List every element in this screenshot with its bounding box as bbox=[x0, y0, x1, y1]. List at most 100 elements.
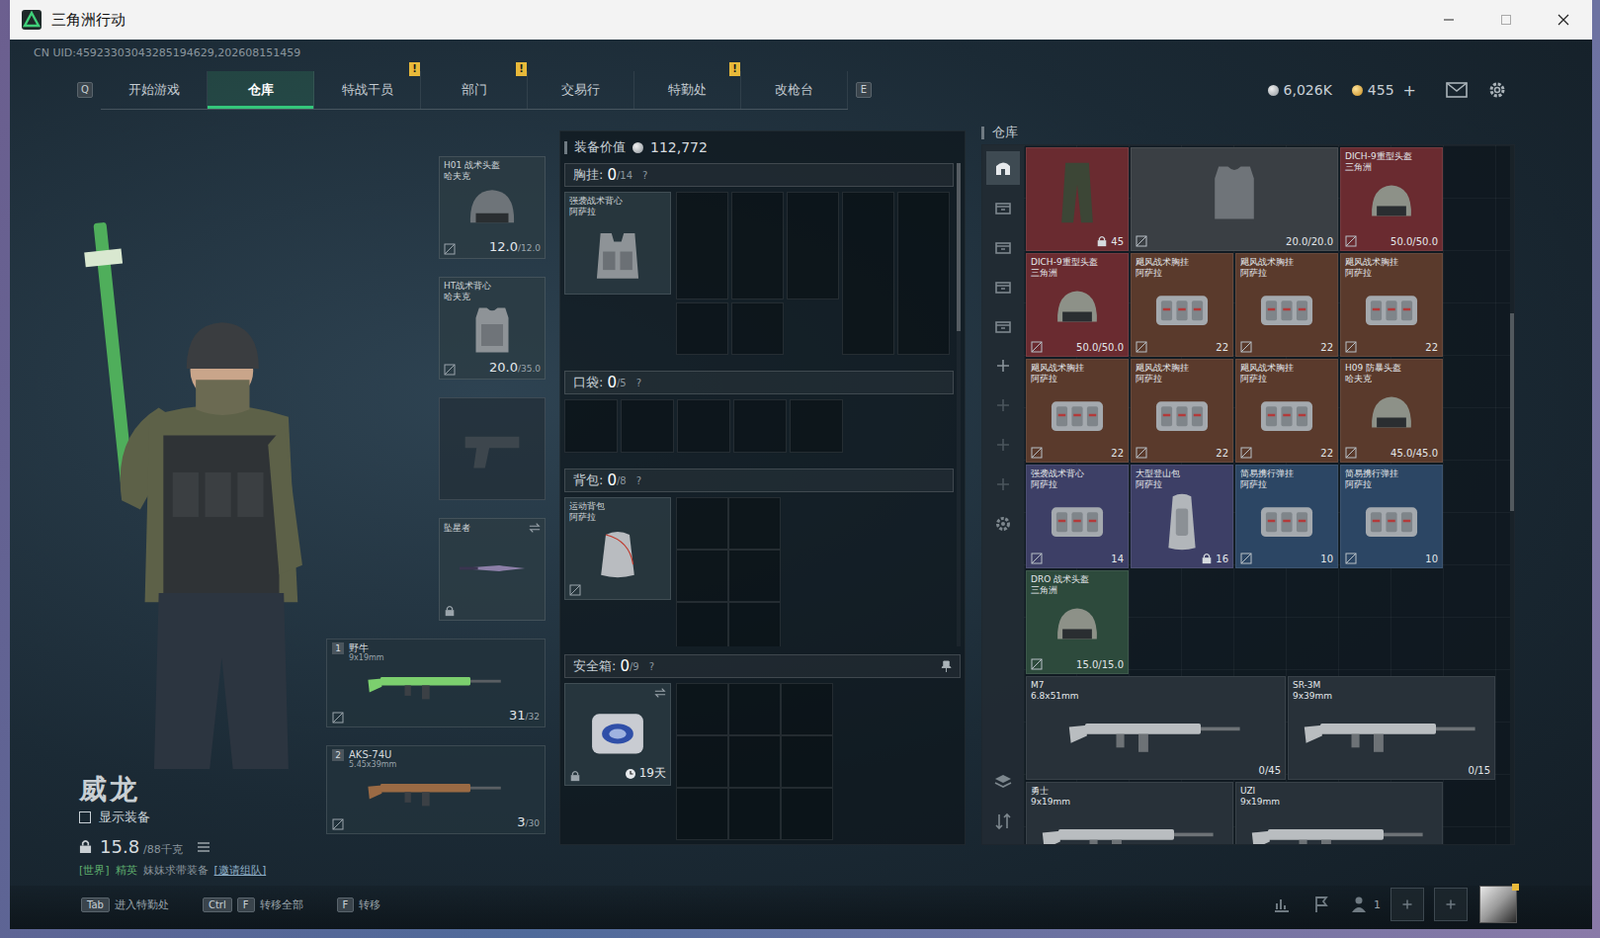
swap-icon[interactable] bbox=[654, 686, 667, 699]
warehouse-item[interactable]: 飓风战术胸挂阿萨拉22 bbox=[1130, 358, 1234, 463]
nav-tab[interactable]: 特战干员! bbox=[314, 71, 422, 109]
invite-slot[interactable] bbox=[1390, 887, 1425, 922]
warehouse-item[interactable]: DRO 战术头盔三角洲15.0/15.0 bbox=[1025, 570, 1129, 674]
grid-cell[interactable] bbox=[728, 682, 781, 736]
maximize-button[interactable] bbox=[1477, 0, 1535, 40]
help-button[interactable]: ? bbox=[642, 169, 648, 181]
warehouse-tab[interactable] bbox=[986, 388, 1020, 422]
warehouse-item[interactable]: DICH-9重型头盔三角洲50.0/50.0 bbox=[1025, 252, 1129, 357]
warehouse-item[interactable]: UZI9x19mm bbox=[1235, 781, 1443, 844]
invite-slot[interactable] bbox=[1433, 887, 1468, 922]
warehouse-item[interactable]: 简易携行弹挂阿萨拉10 bbox=[1340, 464, 1443, 569]
pistol-slot[interactable] bbox=[438, 397, 546, 501]
grid-cell[interactable] bbox=[731, 302, 784, 355]
warehouse-tab[interactable] bbox=[986, 467, 1020, 502]
warehouse-item[interactable]: 飓风战术胸挂阿萨拉22 bbox=[1340, 252, 1443, 357]
warehouse-item[interactable]: 飓风战术胸挂阿萨拉22 bbox=[1235, 358, 1339, 463]
key-hint[interactable]: Tab进入特勤处 bbox=[81, 897, 169, 913]
grid-cell[interactable] bbox=[728, 787, 781, 841]
scrollbar[interactable] bbox=[1510, 145, 1515, 844]
armor-slot[interactable]: HT战术背心哈夫克20.0/35.0 bbox=[438, 276, 546, 380]
grid-cell[interactable] bbox=[780, 682, 834, 736]
weapon-slot[interactable]: 1野牛9x19mm31/32 bbox=[326, 638, 546, 728]
warehouse-item[interactable]: M76.8x51mm0/45 bbox=[1025, 675, 1286, 780]
warehouse-item[interactable]: 大型登山包阿萨拉16 bbox=[1130, 464, 1234, 569]
nav-tab[interactable]: 开始游戏 bbox=[100, 71, 208, 109]
warehouse-item[interactable]: 强袭战术背心阿萨拉14 bbox=[1025, 464, 1129, 569]
grid-cell[interactable] bbox=[728, 735, 781, 788]
grid-cell[interactable] bbox=[675, 549, 729, 602]
warehouse-item[interactable]: 飓风战术胸挂阿萨拉22 bbox=[1130, 252, 1234, 357]
warehouse-tab[interactable] bbox=[986, 309, 1020, 343]
grid-cell[interactable] bbox=[786, 191, 840, 300]
mail-icon[interactable] bbox=[1445, 82, 1468, 98]
warehouse-item[interactable]: 20.0/20.0 bbox=[1130, 147, 1339, 252]
warehouse-item[interactable]: 45 bbox=[1025, 147, 1129, 252]
grid-cell[interactable] bbox=[675, 735, 729, 788]
key-hint[interactable]: CtrlF转移全部 bbox=[202, 897, 304, 913]
melee-slot[interactable]: 坠星者 bbox=[438, 517, 546, 621]
add-currency-button[interactable]: + bbox=[1403, 81, 1417, 100]
warehouse-item[interactable]: DICH-9重型头盔三角洲50.0/50.0 bbox=[1340, 147, 1443, 252]
pocket-cell[interactable] bbox=[789, 399, 843, 453]
help-button[interactable]: ? bbox=[649, 661, 655, 673]
pocket-cell[interactable] bbox=[564, 399, 618, 453]
grid-cell[interactable] bbox=[675, 191, 729, 300]
grid-cell[interactable] bbox=[675, 682, 729, 736]
next-tab-key[interactable]: E bbox=[855, 82, 872, 98]
warehouse-tab[interactable] bbox=[986, 230, 1020, 264]
backpack-item[interactable]: 运动背包阿萨拉 bbox=[564, 497, 672, 600]
player-avatar[interactable] bbox=[1479, 885, 1517, 924]
swap-icon[interactable] bbox=[528, 521, 541, 534]
warehouse-tab[interactable] bbox=[986, 151, 1020, 185]
weapon-slot[interactable]: 2AKS-74U5.45x39mm3/30 bbox=[326, 745, 546, 835]
show-gear-checkbox[interactable]: 显示装备 bbox=[79, 808, 327, 827]
grid-cell[interactable] bbox=[780, 787, 834, 841]
grid-cell[interactable] bbox=[897, 191, 950, 355]
warehouse-tab[interactable] bbox=[986, 269, 1020, 304]
helmet-slot[interactable]: H01 战术头盔哈夫克12.0/12.0 bbox=[438, 156, 546, 259]
prev-tab-key[interactable]: Q bbox=[77, 82, 93, 98]
warehouse-item[interactable]: SR-3M9x39mm0/15 bbox=[1287, 675, 1496, 780]
warehouse-item[interactable]: 飓风战术胸挂阿萨拉22 bbox=[1235, 252, 1339, 357]
safe-item[interactable]: 19天 bbox=[564, 682, 672, 786]
nav-tab[interactable]: 交易行 bbox=[527, 71, 635, 109]
stats-chart-icon[interactable] bbox=[1271, 894, 1292, 915]
grid-cell[interactable] bbox=[728, 497, 781, 550]
warehouse-item[interactable]: 简易携行弹挂阿萨拉10 bbox=[1235, 464, 1339, 569]
warehouse-tab[interactable] bbox=[986, 190, 1020, 225]
key-hint[interactable]: F转移 bbox=[336, 897, 382, 913]
settings-gear-icon[interactable] bbox=[1487, 80, 1508, 100]
invite-link[interactable]: [邀请组队] bbox=[214, 862, 267, 878]
pin-icon[interactable] bbox=[940, 660, 952, 674]
warehouse-item[interactable]: 飓风战术胸挂阿萨拉22 bbox=[1025, 358, 1129, 463]
nav-tab[interactable]: 仓库 bbox=[207, 71, 315, 109]
help-button[interactable]: ? bbox=[636, 475, 642, 487]
help-button[interactable]: ? bbox=[636, 377, 642, 389]
grid-cell[interactable] bbox=[731, 191, 784, 300]
warehouse-tab[interactable] bbox=[986, 506, 1020, 541]
scroll-thumb[interactable] bbox=[956, 163, 961, 332]
scrollbar[interactable] bbox=[956, 163, 961, 647]
list-icon[interactable] bbox=[196, 841, 211, 853]
grid-cell[interactable] bbox=[780, 735, 834, 788]
warehouse-item[interactable]: 勇士9x19mm bbox=[1025, 781, 1234, 844]
grid-cell[interactable] bbox=[675, 302, 729, 355]
pocket-cell[interactable] bbox=[620, 399, 674, 453]
grid-cell[interactable] bbox=[842, 191, 895, 355]
scroll-thumb[interactable] bbox=[1510, 313, 1515, 511]
grid-cell[interactable] bbox=[728, 601, 781, 647]
flag-icon[interactable] bbox=[1311, 894, 1332, 915]
rig-item[interactable]: 强袭战术背心阿萨拉 bbox=[564, 191, 672, 295]
pocket-cell[interactable] bbox=[676, 399, 731, 453]
squad-count[interactable]: 1 bbox=[1350, 894, 1381, 915]
sort-button[interactable] bbox=[986, 804, 1020, 839]
warehouse-tab[interactable] bbox=[986, 427, 1020, 462]
nav-tab[interactable]: 特勤处! bbox=[634, 71, 742, 109]
grid-cell[interactable] bbox=[675, 601, 729, 647]
warehouse-tab[interactable] bbox=[986, 348, 1020, 383]
nav-tab[interactable]: 部门! bbox=[421, 71, 528, 109]
nav-tab[interactable]: 改枪台 bbox=[741, 71, 848, 109]
warehouse-item[interactable]: H09 防暴头盔哈夫克45.0/45.0 bbox=[1340, 358, 1443, 463]
grid-cell[interactable] bbox=[675, 497, 729, 550]
